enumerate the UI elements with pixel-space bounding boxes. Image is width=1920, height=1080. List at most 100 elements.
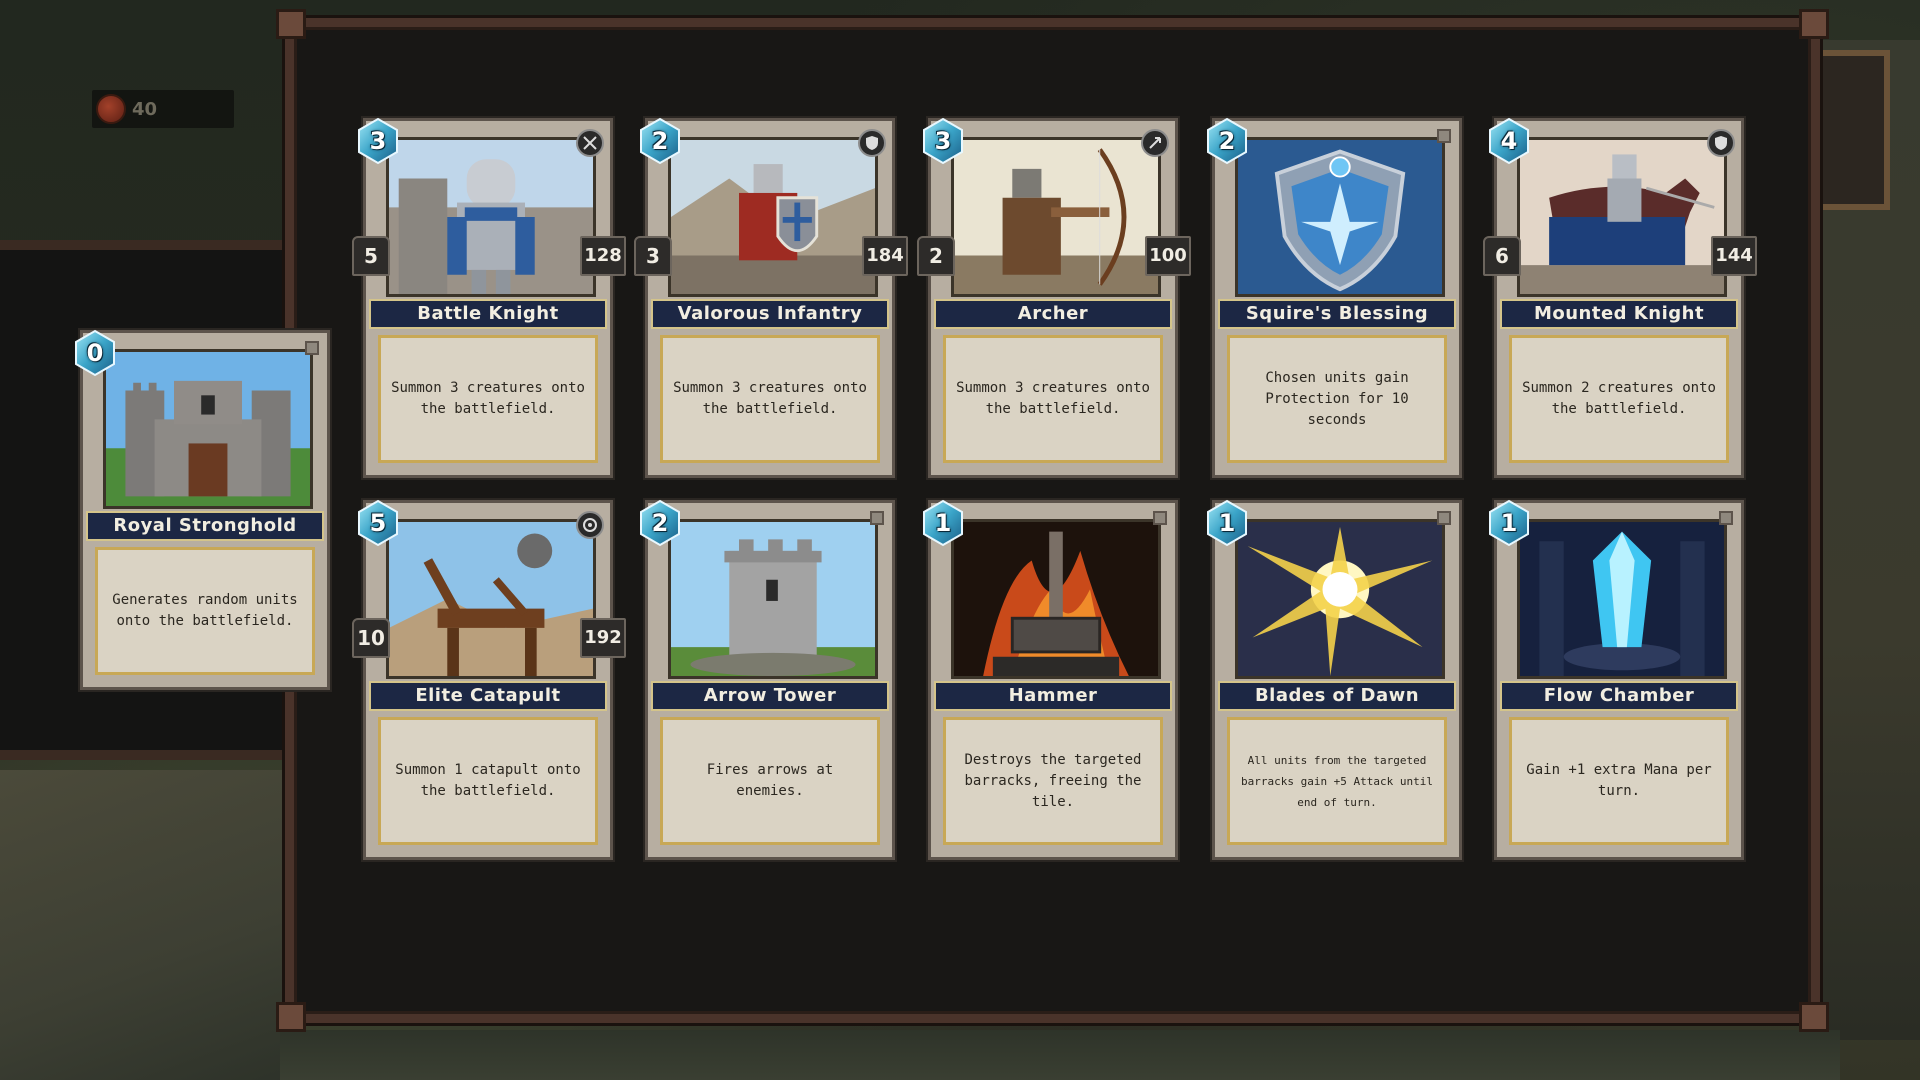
card-title: Mounted Knight (1500, 299, 1738, 329)
card-cost: 1 (934, 509, 952, 537)
mana-gem-icon: 2 (638, 499, 682, 547)
mana-gem-icon: 3 (921, 117, 965, 165)
card-corner-ornament (870, 511, 884, 525)
card-title: Hammer (934, 681, 1172, 711)
card-description-box: Fires arrows at enemies. (660, 717, 880, 845)
card-art (951, 137, 1161, 297)
card-art (386, 137, 596, 297)
card-cost: 1 (1500, 509, 1518, 537)
card-arrow-tower[interactable]: 2 Arrow Tower Fires arrows at enemies. (640, 499, 895, 860)
card-archer[interactable]: 3 2 100 Archer Summon 3 creatures onto the b… (917, 117, 1191, 478)
mana-gem-icon: 3 (356, 117, 400, 165)
card-title: Archer (934, 299, 1172, 329)
card-flow-chamber[interactable]: 1 Flow Chamber Gain +1 extra Mana per turn… (1489, 499, 1744, 860)
mana-gem-icon: 1 (1205, 499, 1249, 547)
frame-corner (276, 9, 306, 39)
card-art (1235, 137, 1445, 297)
card-art (668, 519, 878, 679)
card-title: Squire's Blessing (1218, 299, 1456, 329)
shield-icon (1707, 129, 1735, 157)
card-title: Arrow Tower (651, 681, 889, 711)
card-description: Summon 2 creatures onto the battlefield. (1522, 380, 1716, 417)
card-description-box: Destroys the targeted barracks, freeing … (943, 717, 1163, 845)
shield-icon (858, 129, 886, 157)
mana-gem-icon: 2 (638, 117, 682, 165)
card-art (668, 137, 878, 297)
background-terrain-bottom (280, 1030, 1840, 1080)
card-mounted-knight[interactable]: 4 6 144 Mounted Knight Summon 2 creatures on… (1483, 117, 1757, 478)
mana-gem-icon: 1 (921, 499, 965, 547)
unit-health-badge: 192 (580, 618, 626, 658)
card-hammer[interactable]: 1 Hammer Destroys the targeted barracks, f… (923, 499, 1178, 860)
card-description-box: Generates random units onto the battlefi… (95, 547, 315, 675)
card-cost: 4 (1500, 127, 1518, 155)
resource-counter: 40 (92, 90, 234, 128)
card-description: Fires arrows at enemies. (706, 762, 834, 799)
card-description: Summon 3 creatures onto the battlefield. (673, 380, 867, 417)
card-description: Summon 1 catapult onto the battlefield. (395, 762, 581, 799)
card-art (1517, 519, 1727, 679)
card-description: Summon 3 creatures onto the battlefield. (956, 380, 1150, 417)
card-cost: 2 (651, 509, 669, 537)
target-icon (576, 511, 604, 539)
card-cost: 2 (651, 127, 669, 155)
card-cost: 3 (369, 127, 387, 155)
card-corner-ornament (1437, 129, 1451, 143)
unit-count-badge: 5 (352, 236, 390, 276)
card-description-box: Chosen units gain Protection for 10 seco… (1227, 335, 1447, 463)
mana-gem-icon: 4 (1487, 117, 1531, 165)
card-art (103, 349, 313, 509)
card-corner-ornament (305, 341, 319, 355)
card-description-box: All units from the targeted barracks gai… (1227, 717, 1447, 845)
card-art (951, 519, 1161, 679)
card-title: Flow Chamber (1500, 681, 1738, 711)
mana-gem-icon: 0 (73, 329, 117, 377)
frame-corner (1799, 1002, 1829, 1032)
card-art (1235, 519, 1445, 679)
crossed-swords-icon (576, 129, 604, 157)
card-valorous-infantry[interactable]: 2 3 184 Valorous Infantry Summon 3 creatures… (634, 117, 908, 478)
card-blades-of-dawn[interactable]: 1 Blades of Dawn All units from the target… (1207, 499, 1462, 860)
unit-health-badge: 128 (580, 236, 626, 276)
card-description: All units from the targeted barracks gai… (1240, 753, 1434, 809)
mana-gem-icon: 2 (1205, 117, 1249, 165)
card-description-box: Summon 3 creatures onto the battlefield. (660, 335, 880, 463)
card-squires-blessing[interactable]: 2 Squire's Blessing Chosen units gain Prot… (1207, 117, 1462, 478)
card-title: Royal Stronghold (86, 511, 324, 541)
card-description: Gain +1 extra Mana per turn. (1526, 762, 1712, 799)
card-art (1517, 137, 1727, 297)
resource-value: 40 (132, 98, 158, 120)
card-battle-knight[interactable]: 3 5 128 Battle Knight Summon 3 creatures ont… (352, 117, 626, 478)
unit-count-badge: 6 (1483, 236, 1521, 276)
card-description: Chosen units gain Protection for 10 seco… (1265, 369, 1409, 428)
card-description: Generates random units onto the battlefi… (112, 592, 298, 629)
unit-count-badge: 10 (352, 618, 390, 658)
coin-icon (96, 94, 126, 124)
card-royal-stronghold[interactable]: 0 Royal Stronghold Generates random units … (75, 329, 330, 690)
card-corner-ornament (1719, 511, 1733, 525)
frame-corner (276, 1002, 306, 1032)
card-cost: 2 (1218, 127, 1236, 155)
card-corner-ornament (1153, 511, 1167, 525)
background-terrain (0, 770, 300, 1080)
card-description-box: Summon 3 creatures onto the battlefield. (378, 335, 598, 463)
card-title: Battle Knight (369, 299, 607, 329)
frame-corner (1799, 9, 1829, 39)
card-title: Elite Catapult (369, 681, 607, 711)
card-cost: 3 (934, 127, 952, 155)
unit-health-badge: 144 (1711, 236, 1757, 276)
mana-gem-icon: 5 (356, 499, 400, 547)
card-title: Blades of Dawn (1218, 681, 1456, 711)
mana-gem-icon: 1 (1487, 499, 1531, 547)
card-title: Valorous Infantry (651, 299, 889, 329)
card-cost: 1 (1218, 509, 1236, 537)
unit-count-badge: 3 (634, 236, 672, 276)
card-description-box: Gain +1 extra Mana per turn. (1509, 717, 1729, 845)
card-description-box: Summon 3 creatures onto the battlefield. (943, 335, 1163, 463)
card-description: Destroys the targeted barracks, freeing … (964, 751, 1142, 810)
card-art (386, 519, 596, 679)
card-cost: 5 (369, 509, 387, 537)
unit-health-badge: 100 (1145, 236, 1191, 276)
card-elite-catapult[interactable]: 5 10 192 Elite Catapult Summon 1 catapult on… (352, 499, 626, 860)
bow-icon (1141, 129, 1169, 157)
